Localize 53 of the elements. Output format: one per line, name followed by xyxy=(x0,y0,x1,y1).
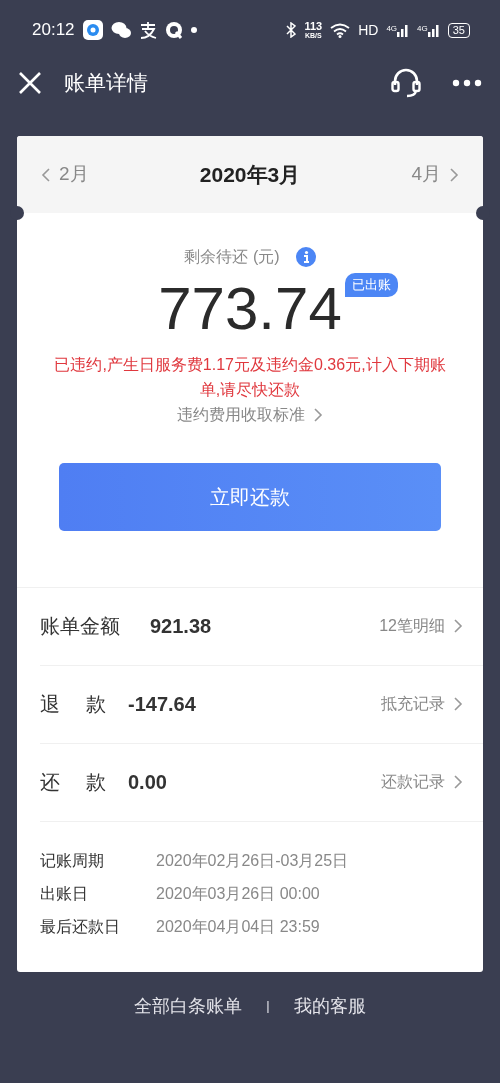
all-bills-link[interactable]: 全部白条账单 xyxy=(134,992,243,1020)
remaining-label: 剩余待还 (元) xyxy=(184,247,280,267)
app-icon xyxy=(82,20,103,40)
row-link[interactable]: 抵充记录 xyxy=(381,692,463,717)
battery-level: 35 xyxy=(447,22,470,38)
row-amount: -147.64 xyxy=(128,692,196,718)
overdue-warning: 已违约,产生日服务费1.17元及违约金0.36元,计入下期账单,请尽快还款 xyxy=(53,355,447,400)
speed-value: 113 xyxy=(304,21,323,32)
chevron-right-icon xyxy=(453,618,463,635)
footer-separator: | xyxy=(266,997,270,1016)
detail-label: 记账周期 xyxy=(40,850,105,871)
chevron-right-icon xyxy=(449,166,459,183)
row-label: 还款 xyxy=(40,770,106,796)
network-label: 4G xyxy=(417,23,428,35)
detail-value: 2020年03月26日 00:00 xyxy=(156,883,320,904)
signal-icon xyxy=(427,23,440,37)
browser-icon xyxy=(164,21,183,39)
next-month-link[interactable]: 4月 xyxy=(411,160,459,189)
row-amount: 921.38 xyxy=(150,614,212,640)
info-icon[interactable] xyxy=(295,247,316,267)
row-link[interactable]: 还款记录 xyxy=(381,770,463,795)
network-label: 4G xyxy=(386,23,398,35)
close-icon[interactable] xyxy=(18,71,42,95)
chevron-right-icon xyxy=(313,406,323,423)
customer-service-link[interactable]: 我的客服 xyxy=(293,992,366,1020)
detail-label: 最后还款日 xyxy=(40,916,121,937)
row-label: 退款 xyxy=(40,692,106,718)
status-time: 20:12 xyxy=(32,19,75,42)
hd-label: HD xyxy=(358,20,379,40)
chevron-left-icon xyxy=(41,166,51,183)
chevron-right-icon xyxy=(453,774,463,791)
detail-label: 出账日 xyxy=(40,883,89,904)
status-badge: 已出账 xyxy=(344,273,398,297)
row-link[interactable]: 12笔明细 xyxy=(379,614,463,639)
bluetooth-icon xyxy=(286,22,297,38)
remaining-amount: 773.74 xyxy=(158,275,342,342)
detail-value: 2020年02月26日-03月25日 xyxy=(156,850,349,871)
detail-value: 2020年04月04日 23:59 xyxy=(156,916,320,937)
chevron-right-icon xyxy=(453,696,463,713)
notification-dot-icon xyxy=(190,27,197,33)
row-label: 账单金额 xyxy=(40,614,121,640)
previous-month-link[interactable]: 2月 xyxy=(41,160,89,189)
signal-icon xyxy=(397,23,410,37)
current-month: 2020年3月 xyxy=(199,161,301,188)
fee-standard-link[interactable]: 违约费用收取标准 xyxy=(177,402,323,427)
row-amount: 0.00 xyxy=(128,770,167,796)
headset-icon[interactable] xyxy=(390,68,422,98)
repay-button[interactable]: 立即还款 xyxy=(59,462,441,531)
page-title: 账单详情 xyxy=(64,70,148,97)
wifi-icon xyxy=(330,22,351,38)
more-icon[interactable] xyxy=(452,79,482,87)
chat-icon xyxy=(110,21,131,39)
pay-app-icon xyxy=(138,21,157,39)
